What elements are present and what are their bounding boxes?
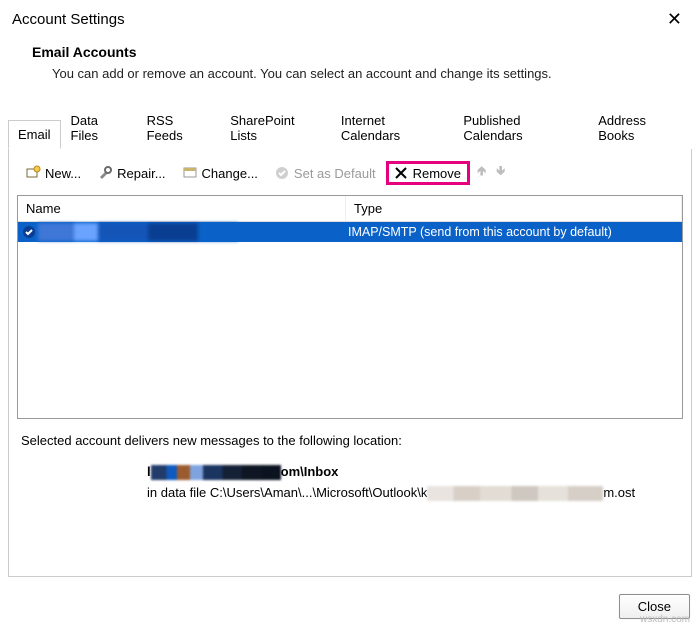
location-folder: l om\Inbox <box>147 462 683 483</box>
tab-data-files[interactable]: Data Files <box>61 106 137 149</box>
new-label: New... <box>45 166 81 181</box>
table-row[interactable]: IMAP/SMTP (send from this account by def… <box>18 222 682 242</box>
accounts-list[interactable]: Name Type IMAP/SMTP (send from this acco… <box>17 195 683 419</box>
remove-label: Remove <box>413 166 461 181</box>
change-icon <box>182 165 198 181</box>
tab-published-calendars[interactable]: Published Calendars <box>453 106 588 149</box>
location-block: l om\Inbox in data file C:\Users\Aman\..… <box>17 462 683 504</box>
loc1-suffix: om\Inbox <box>281 462 339 483</box>
account-type-cell: IMAP/SMTP (send from this account by def… <box>344 225 682 239</box>
selected-location-label: Selected account delivers new messages t… <box>17 433 683 448</box>
loc2-suffix: m.ost <box>603 483 635 504</box>
col-header-name[interactable]: Name <box>18 196 346 221</box>
new-icon <box>25 165 41 181</box>
tab-rss-feeds[interactable]: RSS Feeds <box>137 106 221 149</box>
redacted-path <box>427 486 603 501</box>
email-panel: New... Repair... Change... Set as Defaul… <box>8 149 692 577</box>
default-account-icon <box>20 223 38 241</box>
set-default-label: Set as Default <box>294 166 376 181</box>
close-button[interactable]: Close <box>619 594 690 619</box>
intro-description: You can add or remove an account. You ca… <box>32 66 670 81</box>
reorder-arrows: 🢁 🢃 <box>474 162 508 184</box>
repair-button[interactable]: Repair... <box>91 161 171 185</box>
loc2-prefix: in data file C:\Users\Aman\...\Microsoft… <box>147 483 427 504</box>
redacted-name <box>38 223 238 241</box>
repair-icon <box>97 165 113 181</box>
location-datafile: in data file C:\Users\Aman\...\Microsoft… <box>147 483 683 504</box>
toolbar: New... Repair... Change... Set as Defaul… <box>17 159 683 195</box>
list-header: Name Type <box>18 196 682 222</box>
repair-label: Repair... <box>117 166 165 181</box>
window-title: Account Settings <box>12 11 125 28</box>
col-header-type[interactable]: Type <box>346 196 682 221</box>
tab-email[interactable]: Email <box>8 120 61 149</box>
tab-strip: Email Data Files RSS Feeds SharePoint Li… <box>8 105 692 149</box>
move-down-icon: 🢃 <box>493 163 508 178</box>
tab-address-books[interactable]: Address Books <box>588 106 692 149</box>
set-default-button: Set as Default <box>268 161 382 185</box>
close-icon[interactable]: ✕ <box>661 8 688 30</box>
redacted-email <box>151 465 281 480</box>
check-icon <box>274 165 290 181</box>
intro-heading: Email Accounts <box>32 44 670 60</box>
change-button[interactable]: Change... <box>176 161 264 185</box>
tab-internet-calendars[interactable]: Internet Calendars <box>331 106 453 149</box>
remove-icon <box>393 165 409 181</box>
move-up-icon: 🢁 <box>474 163 489 178</box>
tab-sharepoint-lists[interactable]: SharePoint Lists <box>220 106 331 149</box>
account-name-cell <box>38 223 344 241</box>
new-button[interactable]: New... <box>19 161 87 185</box>
change-label: Change... <box>202 166 258 181</box>
remove-button[interactable]: Remove <box>386 161 470 185</box>
intro-section: Email Accounts You can add or remove an … <box>0 34 700 105</box>
